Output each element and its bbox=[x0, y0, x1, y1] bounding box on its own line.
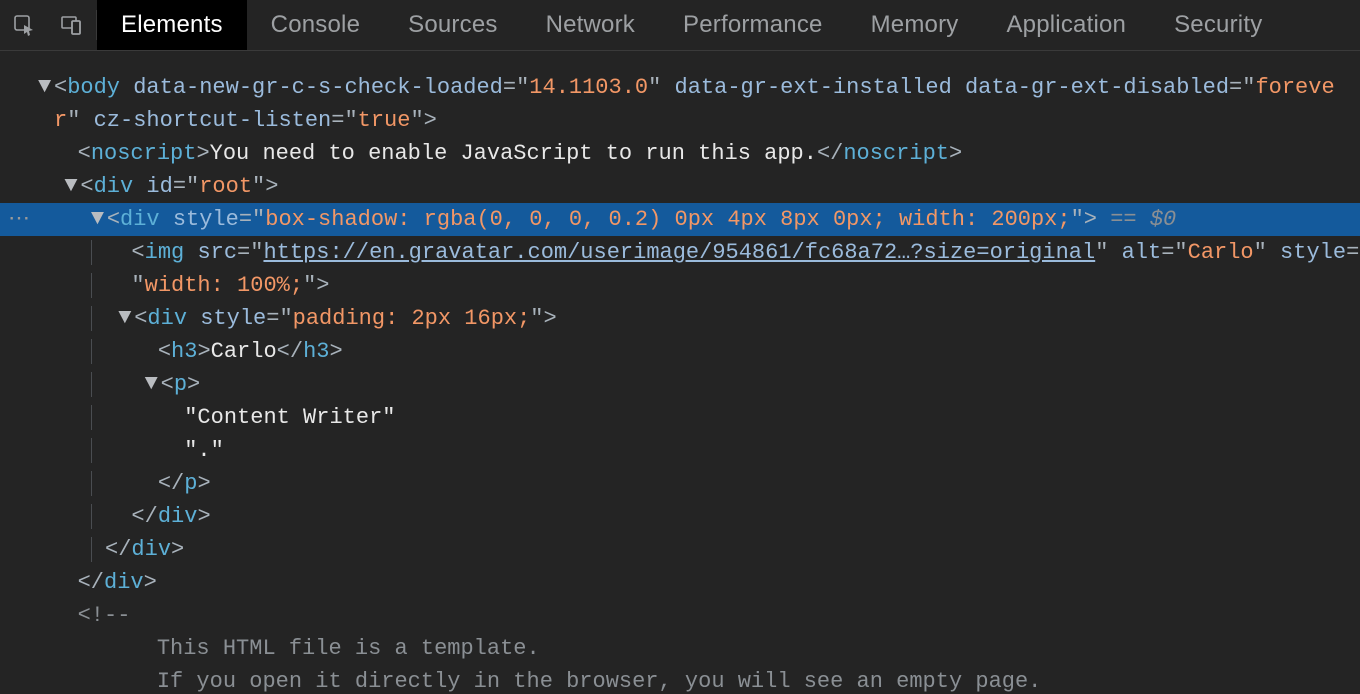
node-body[interactable]: ▼<body data-new-gr-c-s-check-loaded="14.… bbox=[0, 71, 1360, 104]
node-root[interactable]: ▼<div id="root"> bbox=[0, 170, 1360, 203]
node-img[interactable]: <img src="https://en.gravatar.com/userim… bbox=[0, 236, 1360, 269]
node-h3[interactable]: <h3>Carlo</h3> bbox=[0, 335, 1360, 368]
device-toggle-icon[interactable] bbox=[48, 0, 96, 50]
tab-security[interactable]: Security bbox=[1150, 0, 1286, 50]
node-close-root[interactable]: </div> bbox=[0, 566, 1360, 599]
node-p[interactable]: ▼<p> bbox=[0, 368, 1360, 401]
tab-network[interactable]: Network bbox=[522, 0, 659, 50]
node-p-text1[interactable]: "Content Writer" bbox=[0, 401, 1360, 434]
tab-elements[interactable]: Elements bbox=[97, 0, 247, 50]
node-p-close[interactable]: </p> bbox=[0, 467, 1360, 500]
node-img-cont[interactable]: "width: 100%;"> bbox=[0, 269, 1360, 302]
node-card-selected[interactable]: ⋯ ▼<div style="box-shadow: rgba(0, 0, 0,… bbox=[0, 203, 1360, 236]
tab-sources[interactable]: Sources bbox=[384, 0, 521, 50]
node-p-text2[interactable]: "." bbox=[0, 434, 1360, 467]
node-noscript[interactable]: <noscript>You need to enable JavaScript … bbox=[0, 137, 1360, 170]
tab-console[interactable]: Console bbox=[247, 0, 384, 50]
ellipsis-icon[interactable]: ⋯ bbox=[0, 203, 38, 236]
tab-application[interactable]: Application bbox=[982, 0, 1150, 50]
node-comment-1[interactable]: This HTML file is a template. bbox=[0, 632, 1360, 665]
node-body-cont[interactable]: r" cz-shortcut-listen="true"> bbox=[0, 104, 1360, 137]
node-pad[interactable]: ▼<div style="padding: 2px 16px;"> bbox=[0, 302, 1360, 335]
dom-tree[interactable]: ▼<body data-new-gr-c-s-check-loaded="14.… bbox=[0, 51, 1360, 694]
inspect-icon[interactable] bbox=[0, 0, 48, 50]
node-close-card[interactable]: </div> bbox=[0, 533, 1360, 566]
node-comment-open[interactable]: <!-- bbox=[0, 599, 1360, 632]
node-close-pad[interactable]: </div> bbox=[0, 500, 1360, 533]
node-comment-2[interactable]: If you open it directly in the browser, … bbox=[0, 665, 1360, 694]
tab-performance[interactable]: Performance bbox=[659, 0, 847, 50]
tab-memory[interactable]: Memory bbox=[847, 0, 983, 50]
devtools-tabbar: Elements Console Sources Network Perform… bbox=[0, 0, 1360, 51]
